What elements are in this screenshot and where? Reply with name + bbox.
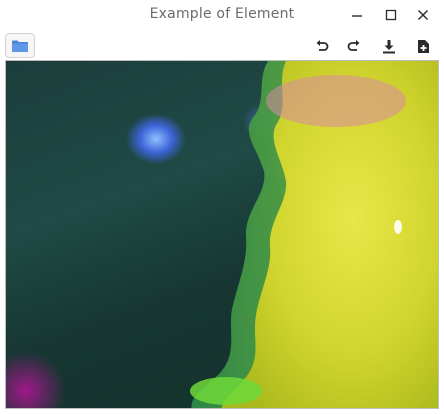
- redo-button[interactable]: [344, 36, 364, 56]
- download-button[interactable]: [379, 36, 399, 56]
- undo-button[interactable]: [312, 36, 332, 56]
- close-icon: [418, 10, 428, 20]
- download-icon: [383, 39, 395, 53]
- minimize-button[interactable]: [346, 4, 368, 26]
- open-folder-button[interactable]: [5, 33, 35, 58]
- painting-overlay: [190, 61, 438, 408]
- add-file-button[interactable]: [413, 36, 433, 56]
- maximize-button[interactable]: [380, 4, 402, 26]
- folder-icon: [12, 40, 28, 52]
- window-title: Example of Element: [149, 6, 295, 22]
- image-canvas[interactable]: [5, 60, 439, 409]
- app-window: Example of Element: [0, 0, 444, 414]
- maximize-icon: [385, 9, 397, 21]
- redo-icon: [347, 40, 360, 51]
- close-button[interactable]: [412, 4, 434, 26]
- add-file-icon: [417, 39, 429, 53]
- minimize-icon: [352, 15, 362, 17]
- title-bar: Example of Element: [0, 0, 444, 30]
- toolbar: [0, 30, 444, 60]
- undo-icon: [316, 40, 329, 51]
